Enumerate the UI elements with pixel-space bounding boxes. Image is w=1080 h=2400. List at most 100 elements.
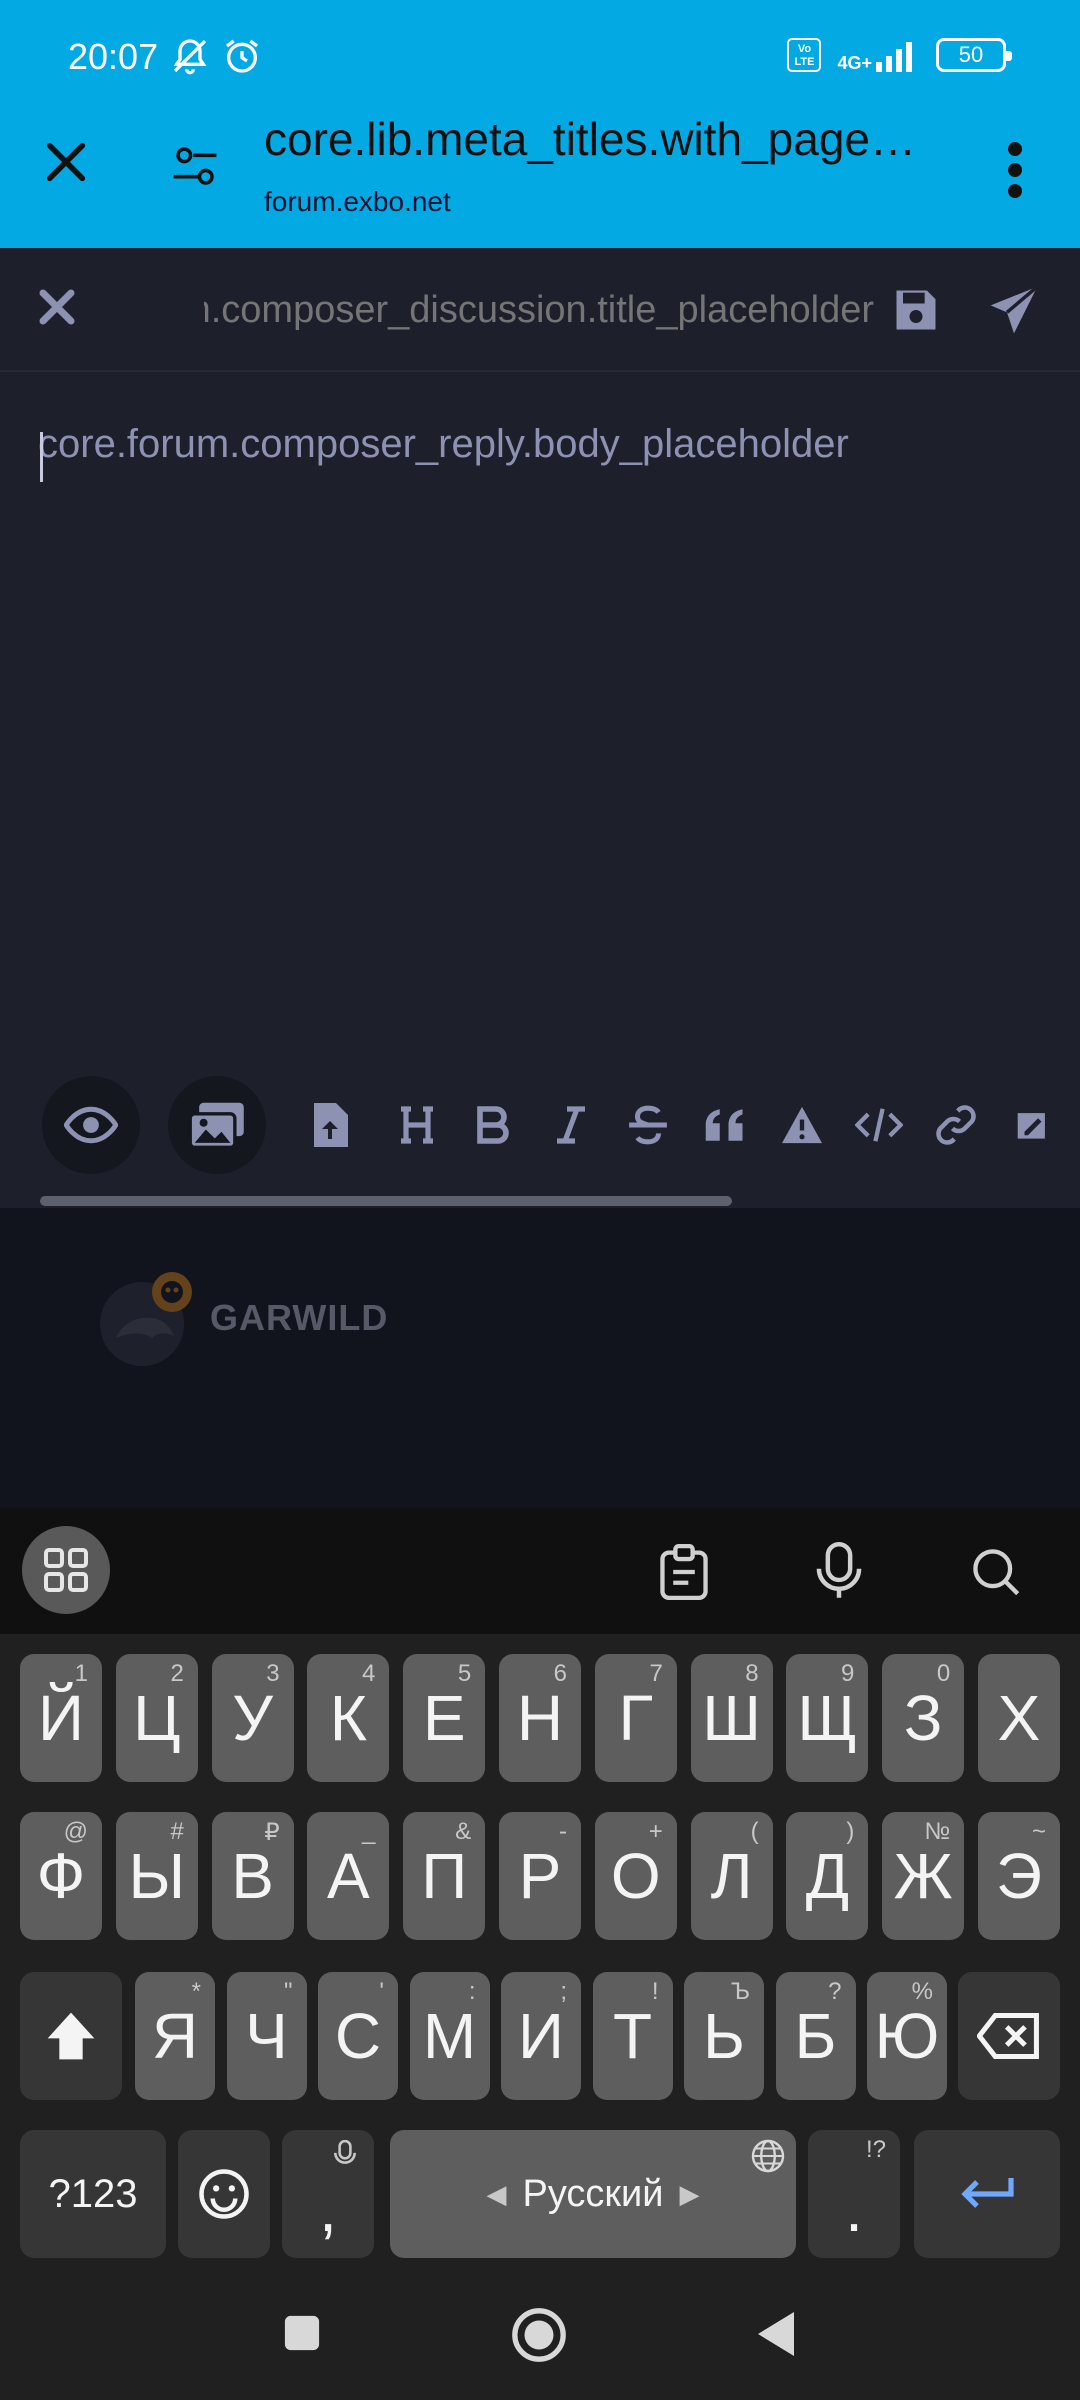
keyboard-apps-button[interactable] (22, 1526, 110, 1614)
key-row2-3[interactable]: В ₽ (211, 1812, 294, 1940)
quote-button[interactable] (696, 1096, 754, 1154)
key-row2-4[interactable]: А _ (307, 1812, 390, 1940)
save-draft-icon[interactable] (890, 284, 942, 336)
key-row1-8[interactable]: Ш8 (690, 1654, 773, 1782)
key-row2-11[interactable]: Э ~ (978, 1812, 1060, 1940)
space-key[interactable]: ◀ Русский ▶ (390, 2130, 796, 2258)
preview-button[interactable] (42, 1076, 140, 1174)
edit-image-button[interactable] (1004, 1096, 1062, 1154)
quote-icon (705, 1109, 743, 1141)
key-row1-9[interactable]: Щ9 (786, 1654, 869, 1782)
toolbar-scrollbar[interactable] (40, 1196, 732, 1206)
keyboard-toolbar (0, 1508, 1080, 1634)
key-label: Б (794, 2000, 837, 2072)
symbols-key-label: ?123 (48, 2171, 138, 2216)
home-icon[interactable] (510, 2306, 568, 2364)
backspace-icon (977, 2013, 1039, 2059)
link-button[interactable] (927, 1096, 985, 1154)
key-row3-2[interactable]: Ч " (226, 1972, 307, 2100)
backspace-key[interactable] (958, 1972, 1060, 2100)
file-upload-button[interactable] (301, 1096, 359, 1154)
key-row1-11[interactable]: Х (978, 1654, 1060, 1782)
space-left-arrow: ◀ (486, 2178, 507, 2209)
reply-body-input[interactable]: core.forum.composer_reply.body_placehold… (38, 422, 1038, 482)
key-row2-9[interactable]: Д) (786, 1812, 869, 1940)
key-row3-8[interactable]: Б? (775, 1972, 856, 2100)
more-vert-icon[interactable] (1004, 142, 1026, 198)
key-row2-10[interactable]: Ж № (882, 1812, 965, 1940)
heading-button[interactable] (388, 1096, 446, 1154)
send-icon[interactable] (984, 282, 1044, 338)
key-row3-4[interactable]: М: (409, 1972, 490, 2100)
key-label: Ч (245, 2000, 288, 2072)
clipboard-icon[interactable] (658, 1544, 710, 1600)
heading-icon (401, 1106, 433, 1144)
key-label: Э (996, 1840, 1042, 1912)
enter-icon (961, 2178, 1014, 2208)
italic-button[interactable] (542, 1096, 600, 1154)
key-row3-6[interactable]: Т! (592, 1972, 673, 2100)
symbols-key[interactable]: ?123 (20, 2130, 166, 2258)
emoji-key[interactable] (178, 2130, 270, 2258)
key-hint: 3 (266, 1660, 280, 1687)
composer-close-icon[interactable] (36, 286, 78, 328)
image-upload-button[interactable] (168, 1076, 266, 1174)
comma-key[interactable]: , (282, 2130, 374, 2258)
key-row1-4[interactable]: К4 (307, 1654, 390, 1782)
key-row1-10[interactable]: З0 (882, 1654, 965, 1782)
back-icon[interactable] (756, 2310, 796, 2358)
key-row3-1[interactable]: Я * (135, 1972, 215, 2100)
key-row3-9[interactable]: Ю% (867, 1972, 947, 2100)
key-row2-8[interactable]: Л( (690, 1812, 773, 1940)
key-row3-3[interactable]: С ' (318, 1972, 398, 2100)
key-row1-7[interactable]: Г7 (594, 1654, 677, 1782)
key-row1-5[interactable]: Е5 (403, 1654, 486, 1782)
network-indicator: 4G+ (837, 38, 920, 72)
eye-icon (64, 1106, 118, 1144)
comma-key-label: , (319, 2173, 337, 2245)
browser-header: 20:07 Vo LTE 4G+ 50 core.lib.meta_titles… (0, 0, 1080, 248)
period-key-hint: !? (865, 2136, 886, 2163)
key-row2-2[interactable]: Ы # (115, 1812, 198, 1940)
key-label: Л (710, 1840, 753, 1912)
space-right-arrow: ▶ (679, 2178, 700, 2209)
search-icon[interactable] (970, 1546, 1022, 1598)
key-label: Ь (703, 2000, 745, 2072)
key-row2-7[interactable]: О + (594, 1812, 677, 1940)
key-hint: 5 (457, 1660, 472, 1687)
globe-icon (751, 2139, 785, 2173)
shift-key[interactable] (20, 1972, 122, 2100)
status-icons (170, 36, 262, 76)
key-label: П (421, 1840, 468, 1912)
key-row1-3[interactable]: У3 (211, 1654, 294, 1782)
key-row3-7[interactable]: ЬЪ (684, 1972, 764, 2100)
formatting-toolbar (0, 1076, 1080, 1216)
microphone-icon[interactable] (812, 1542, 866, 1600)
key-row2-1[interactable]: Ф @ (20, 1812, 102, 1940)
key-row3-5[interactable]: И; (501, 1972, 581, 2100)
key-hint: ) (846, 1818, 855, 1845)
site-settings-icon[interactable] (170, 144, 220, 188)
discussion-title-input[interactable] (204, 284, 874, 336)
key-label: О (610, 1840, 661, 1912)
composer-header (0, 248, 1080, 372)
key-label: Н (516, 1682, 564, 1754)
key-row1-1[interactable]: Й1 (20, 1654, 102, 1782)
bold-button[interactable] (465, 1096, 523, 1154)
italic-icon (557, 1106, 585, 1144)
key-hint: 2 (170, 1660, 184, 1687)
period-key[interactable]: . !? (808, 2130, 900, 2258)
key-row2-6[interactable]: Р- (499, 1812, 581, 1940)
code-button[interactable] (850, 1096, 908, 1154)
images-icon (188, 1102, 244, 1149)
spoiler-button[interactable] (773, 1096, 831, 1154)
enter-key[interactable] (914, 2130, 1060, 2258)
strikethrough-button[interactable] (619, 1096, 677, 1154)
key-row1-2[interactable]: Ц2 (115, 1654, 198, 1782)
key-hint: & (455, 1818, 472, 1845)
recents-icon[interactable] (283, 2314, 321, 2352)
period-key-label: . (845, 2173, 863, 2245)
key-row1-6[interactable]: Н6 (499, 1654, 581, 1782)
key-row2-5[interactable]: П & (403, 1812, 486, 1940)
close-icon[interactable] (38, 134, 94, 190)
